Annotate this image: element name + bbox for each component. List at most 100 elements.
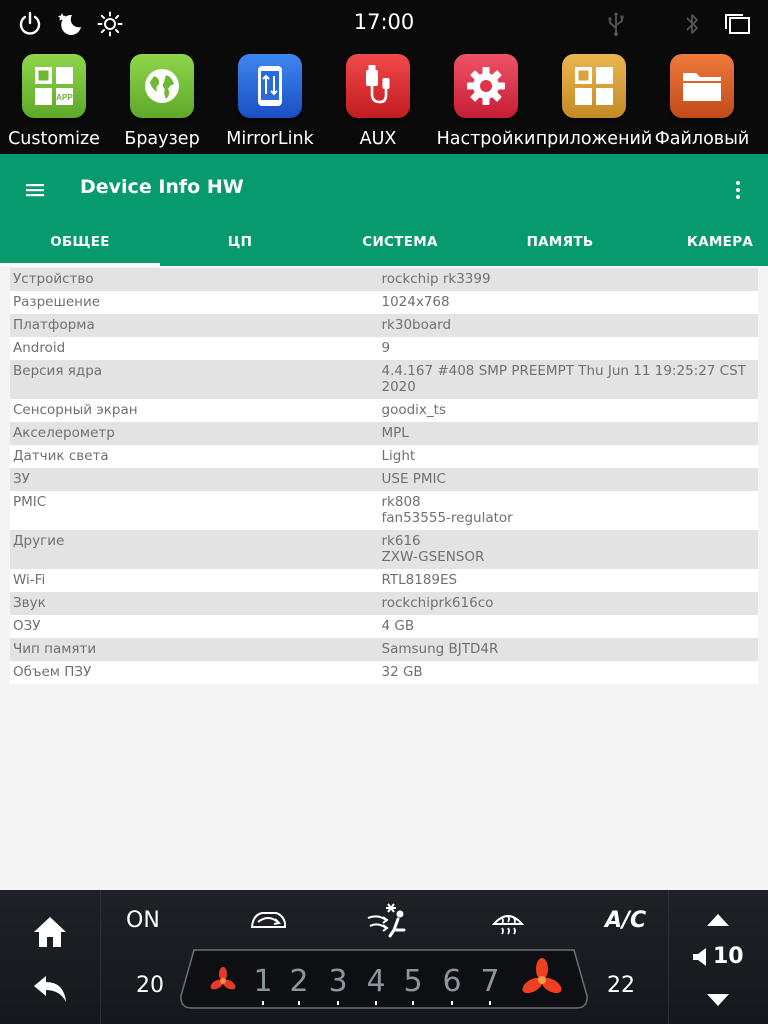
app-applications[interactable]: приложений — [536, 52, 652, 152]
row-key: Android — [13, 340, 66, 356]
recent-apps-icon[interactable] — [722, 10, 752, 38]
row-value: RTL8189ES — [381, 572, 458, 588]
row-value: 4 GB — [381, 618, 415, 634]
volume-down-icon[interactable] — [705, 992, 731, 1008]
tab-memory[interactable]: ПАМЯТЬ — [480, 223, 640, 266]
table-row: PMIC rk808 fan53555-regulator — [10, 491, 758, 530]
app-label: MirrorLink — [226, 129, 314, 149]
fan-speed-4[interactable]: 4 — [364, 964, 388, 999]
tab-system[interactable]: СИСТЕМА — [320, 223, 480, 266]
row-value: rk616 ZXW-GSENSOR — [381, 533, 485, 565]
fan-speed-2[interactable]: 2 — [287, 964, 311, 999]
row-key: ОЗУ — [13, 618, 41, 634]
row-value: Light — [381, 448, 416, 464]
airflow-mode-icon[interactable] — [364, 902, 412, 940]
gear-icon — [454, 54, 518, 118]
fan-speed-7[interactable]: 7 — [478, 964, 502, 999]
row-value: rk808 fan53555-regulator — [381, 494, 513, 526]
app-label: Customize — [8, 129, 100, 149]
table-row: Устройство rockchip rk3399 — [10, 268, 758, 291]
folder-icon — [670, 54, 734, 118]
climate-power-button[interactable]: ON — [126, 908, 160, 933]
clock: 17:00 — [353, 10, 415, 34]
row-key: Wi-Fi — [13, 572, 46, 588]
climate-bar: ON A/C 20 22 1 2 3 4 5 6 7 10 — [0, 890, 768, 1024]
app-label: Настройки — [436, 129, 536, 149]
row-key: Разрешение — [13, 294, 101, 310]
back-icon[interactable] — [30, 974, 70, 1006]
fan-speed-1[interactable]: 1 — [251, 964, 275, 999]
row-value: rockchip rk3399 — [381, 271, 491, 287]
app-label: Файловый — [654, 129, 750, 149]
phone-link-icon — [238, 54, 302, 118]
table-row: Разрешение 1024x768 — [10, 291, 758, 314]
app-file-manager[interactable]: Файловый — [648, 52, 756, 152]
table-row: Другие rk616 ZXW-GSENSOR — [10, 530, 758, 569]
row-key: Версия ядра — [13, 363, 103, 379]
row-key: Объем ПЗУ — [13, 664, 92, 680]
row-value: MPL — [381, 425, 409, 441]
globe-icon — [130, 54, 194, 118]
fan-low-icon[interactable] — [208, 966, 238, 996]
fan-speed-3[interactable]: 3 — [326, 964, 350, 999]
table-row: Версия ядра 4.4.167 #408 SMP PREEMPT Thu … — [10, 360, 758, 399]
row-value: 4.4.167 #408 SMP PREEMPT Thu Jun 11 19:2… — [381, 363, 746, 395]
table-row: ОЗУ 4 GB — [10, 615, 758, 638]
defrost-icon[interactable] — [490, 906, 526, 936]
moon-icon[interactable] — [56, 10, 84, 38]
row-key: ЗУ — [13, 471, 30, 487]
fan-speed-5[interactable]: 5 — [401, 964, 425, 999]
page-title: Device Info HW — [80, 176, 244, 198]
usb-icon — [602, 10, 630, 38]
ac-button[interactable]: A/C — [605, 908, 646, 933]
air-recirculation-icon[interactable] — [248, 906, 288, 936]
more-options-icon[interactable] — [726, 174, 750, 206]
table-row: Объем ПЗУ 32 GB — [10, 661, 758, 684]
row-key: Звук — [13, 595, 46, 611]
nav-panel — [0, 890, 101, 1024]
tab-general[interactable]: ОБЩЕЕ — [0, 223, 160, 266]
row-value: 32 GB — [381, 664, 423, 680]
speed-tick — [489, 1001, 491, 1005]
row-key: Сенсорный экран — [13, 402, 138, 418]
speed-tick — [375, 1001, 377, 1005]
table-row: Android 9 — [10, 337, 758, 360]
app-label: AUX — [359, 129, 397, 149]
app-aux[interactable]: AUX — [324, 52, 432, 152]
row-key: Платформа — [13, 317, 95, 333]
app-grid-icon: APP — [22, 54, 86, 118]
app-label: Браузер — [124, 129, 200, 149]
tab-cpu[interactable]: ЦП — [160, 223, 320, 266]
fan-high-icon[interactable] — [520, 958, 564, 1002]
row-value: USE PMIC — [381, 471, 446, 487]
status-bar: 17:00 — [0, 0, 768, 48]
right-temperature[interactable]: 22 — [607, 973, 635, 998]
app-mirrorlink[interactable]: MirrorLink — [216, 52, 324, 152]
home-icon[interactable] — [30, 914, 70, 950]
volume-up-icon[interactable] — [705, 912, 731, 928]
table-row: Чип памяти Samsung BJTD4R — [10, 638, 758, 661]
app-customize[interactable]: APP Customize — [0, 52, 108, 152]
speaker-icon — [691, 946, 713, 968]
row-value: rockchiprk616co — [381, 595, 494, 611]
app-browser[interactable]: Браузер — [108, 52, 216, 152]
row-key: Другие — [13, 533, 65, 549]
speed-tick — [262, 1001, 264, 1005]
fan-speed-6[interactable]: 6 — [440, 964, 464, 999]
aux-plug-icon — [346, 54, 410, 118]
left-temperature[interactable]: 20 — [136, 973, 164, 998]
brightness-icon[interactable] — [96, 10, 124, 38]
app-settings[interactable]: Настройки — [432, 52, 540, 152]
row-key: Акселерометр — [13, 425, 115, 441]
tab-camera[interactable]: КАМЕРА — [640, 223, 768, 266]
hamburger-menu-icon[interactable] — [22, 176, 50, 204]
volume-level: 10 — [713, 944, 744, 969]
row-key: PMIC — [13, 494, 47, 510]
row-value: Samsung BJTD4R — [381, 641, 499, 657]
speed-tick — [412, 1001, 414, 1005]
row-value: 1024x768 — [381, 294, 450, 310]
table-row: Звук rockchiprk616co — [10, 592, 758, 615]
row-value: goodix_ts — [381, 402, 446, 418]
power-icon[interactable] — [16, 10, 44, 38]
fan-speed-control[interactable]: 1 2 3 4 5 6 7 — [180, 948, 588, 1010]
